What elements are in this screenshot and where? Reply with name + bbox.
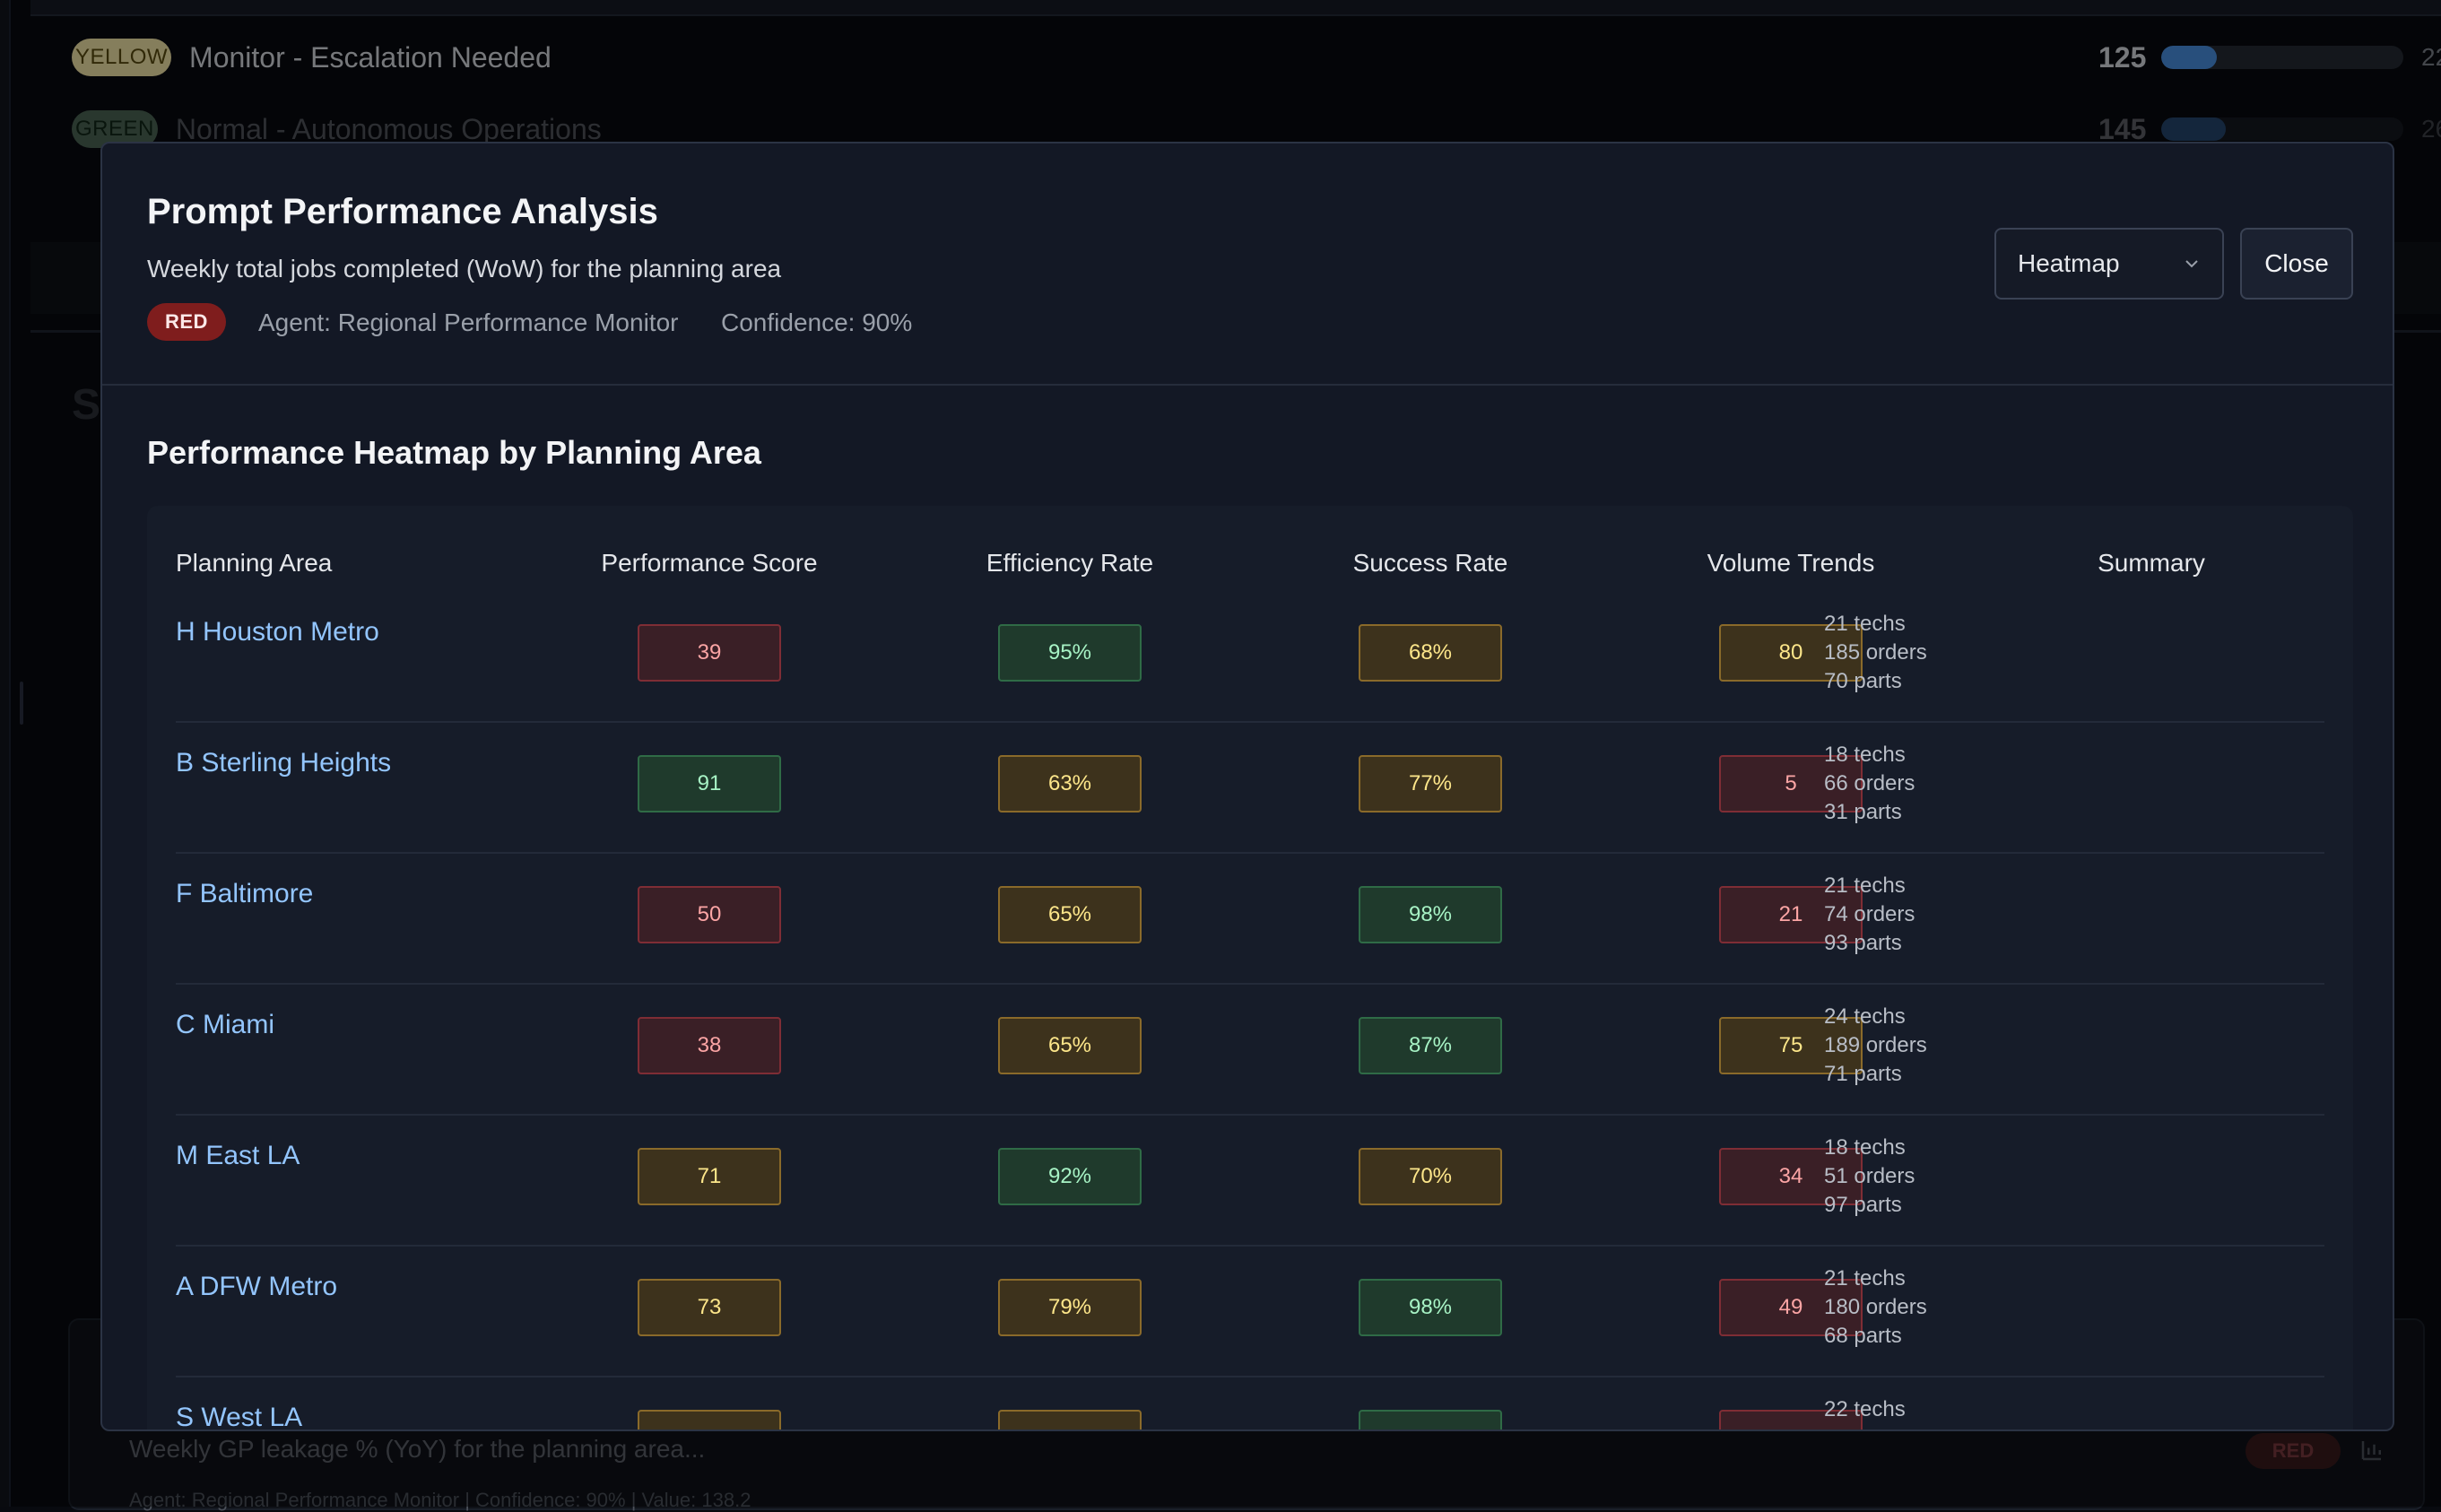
efficiency-rate-cell: 79% [998,1279,1142,1336]
efficiency-rate-cell: 95% [998,624,1142,682]
table-row: H Houston Metro 39 95% 68% 80 21 techs 185 ord… [176,592,2324,723]
summary-line: 21 techs [1824,873,1906,898]
planning-area-link[interactable]: M East LA [176,1141,300,1171]
summary-cell: 21 techs 180 orders 68 parts [1824,1264,1927,1351]
column-header-efficiency-rate: Efficiency Rate [986,549,1154,577]
severity-badge: RED [147,303,226,341]
column-header-summary: Summary [2098,549,2205,577]
planning-area-link[interactable]: B Sterling Heights [176,748,391,778]
summary-line: 189 orders [1824,1033,1927,1057]
summary-line: 18 techs [1824,1135,1906,1160]
success-rate-cell: 77% [1359,755,1502,812]
table-row: F Baltimore 50 65% 98% 21 21 techs 74 orders 93… [176,854,2324,985]
success-rate-cell: 68% [1359,624,1502,682]
summary-line: 21 techs [1824,1266,1906,1290]
performance-score-cell: 39 [638,624,781,682]
summary-line: 24 techs [1824,1004,1906,1029]
planning-area-link[interactable]: A DFW Metro [176,1272,337,1302]
success-rate-cell: 98% [1359,886,1502,943]
success-rate-cell: 87% [1359,1017,1502,1074]
planning-area-link[interactable]: S West LA [176,1403,302,1429]
table-row: B Sterling Heights 91 63% 77% 5 18 techs 66 or… [176,723,2324,854]
efficiency-rate-cell: 75% [998,1410,1142,1429]
summary-cell: 18 techs 66 orders 31 parts [1824,741,1915,827]
modal-description: Weekly total jobs completed (WoW) for th… [147,255,782,282]
modal-title: Prompt Performance Analysis [147,192,658,231]
summary-line: 71 parts [1824,1062,1902,1086]
summary-line: 66 orders [1824,771,1915,795]
summary-line: 185 orders [1824,640,1927,665]
table-row: A DFW Metro 73 79% 98% 49 21 techs 180 orders 6… [176,1247,2324,1377]
summary-cell: 21 techs 74 orders 93 parts [1824,872,1915,958]
close-button[interactable]: Close [2240,228,2353,300]
planning-area-link[interactable]: C Miami [176,1010,274,1040]
performance-score-cell: 91 [638,755,781,812]
summary-line: 74 orders [1824,902,1915,926]
summary-line: 31 parts [1824,800,1902,824]
column-header-planning-area: Planning Area [176,549,333,577]
column-header-performance-score: Performance Score [601,549,818,577]
performance-score-cell: 64 [638,1410,781,1429]
summary-line: 180 orders [1824,1295,1927,1319]
summary-line: 68 parts [1824,1324,1902,1348]
summary-cell: 21 techs 185 orders 70 parts [1824,610,1927,696]
summary-line: 93 parts [1824,931,1902,955]
planning-area-link[interactable]: H Houston Metro [176,617,379,647]
performance-score-cell: 71 [638,1148,781,1205]
planning-area-link[interactable]: F Baltimore [176,879,313,909]
efficiency-rate-cell: 92% [998,1148,1142,1205]
summary-line: 22 techs [1824,1397,1906,1421]
efficiency-rate-cell: 63% [998,755,1142,812]
table-row: C Miami 38 65% 87% 75 24 techs 189 orders 71 pa… [176,985,2324,1116]
summary-cell: 24 techs 189 orders 71 parts [1824,1003,1927,1089]
summary-line: 70 parts [1824,669,1902,693]
heatmap-title: Performance Heatmap by Planning Area [147,434,761,471]
efficiency-rate-cell: 65% [998,1017,1142,1074]
summary-cell: 22 techs [1824,1395,1906,1424]
performance-score-cell: 38 [638,1017,781,1074]
summary-line: 51 orders [1824,1164,1915,1188]
view-mode-select[interactable]: Heatmap [1994,228,2224,300]
prompt-performance-modal: Prompt Performance Analysis Weekly total… [100,142,2394,1431]
agent-label: Agent: Regional Performance Monitor [258,308,679,336]
column-header-volume-trends: Volume Trends [1707,549,1875,577]
chevron-down-icon [2185,260,2198,268]
performance-score-cell: 50 [638,886,781,943]
success-rate-cell: 84% [1359,1410,1502,1429]
summary-cell: 18 techs 51 orders 97 parts [1824,1134,1915,1220]
summary-line: 18 techs [1824,743,1906,767]
column-header-success-rate: Success Rate [1352,549,1508,577]
heatmap-table: Planning Area Performance Score Efficien… [147,506,2353,1429]
modal-header: Prompt Performance Analysis Weekly total… [102,143,2393,386]
table-row: S West LA6475%84%4322 techs [176,1377,2324,1429]
table-row: M East LA 71 92% 70% 34 18 techs 51 orders 97 p… [176,1116,2324,1247]
success-rate-cell: 70% [1359,1148,1502,1205]
performance-score-cell: 73 [638,1279,781,1336]
summary-line: 21 techs [1824,612,1906,636]
confidence-label: Confidence: 90% [721,308,913,336]
efficiency-rate-cell: 65% [998,886,1142,943]
summary-line: 97 parts [1824,1193,1902,1217]
success-rate-cell: 98% [1359,1279,1502,1336]
view-mode-value: Heatmap [2018,249,2120,277]
